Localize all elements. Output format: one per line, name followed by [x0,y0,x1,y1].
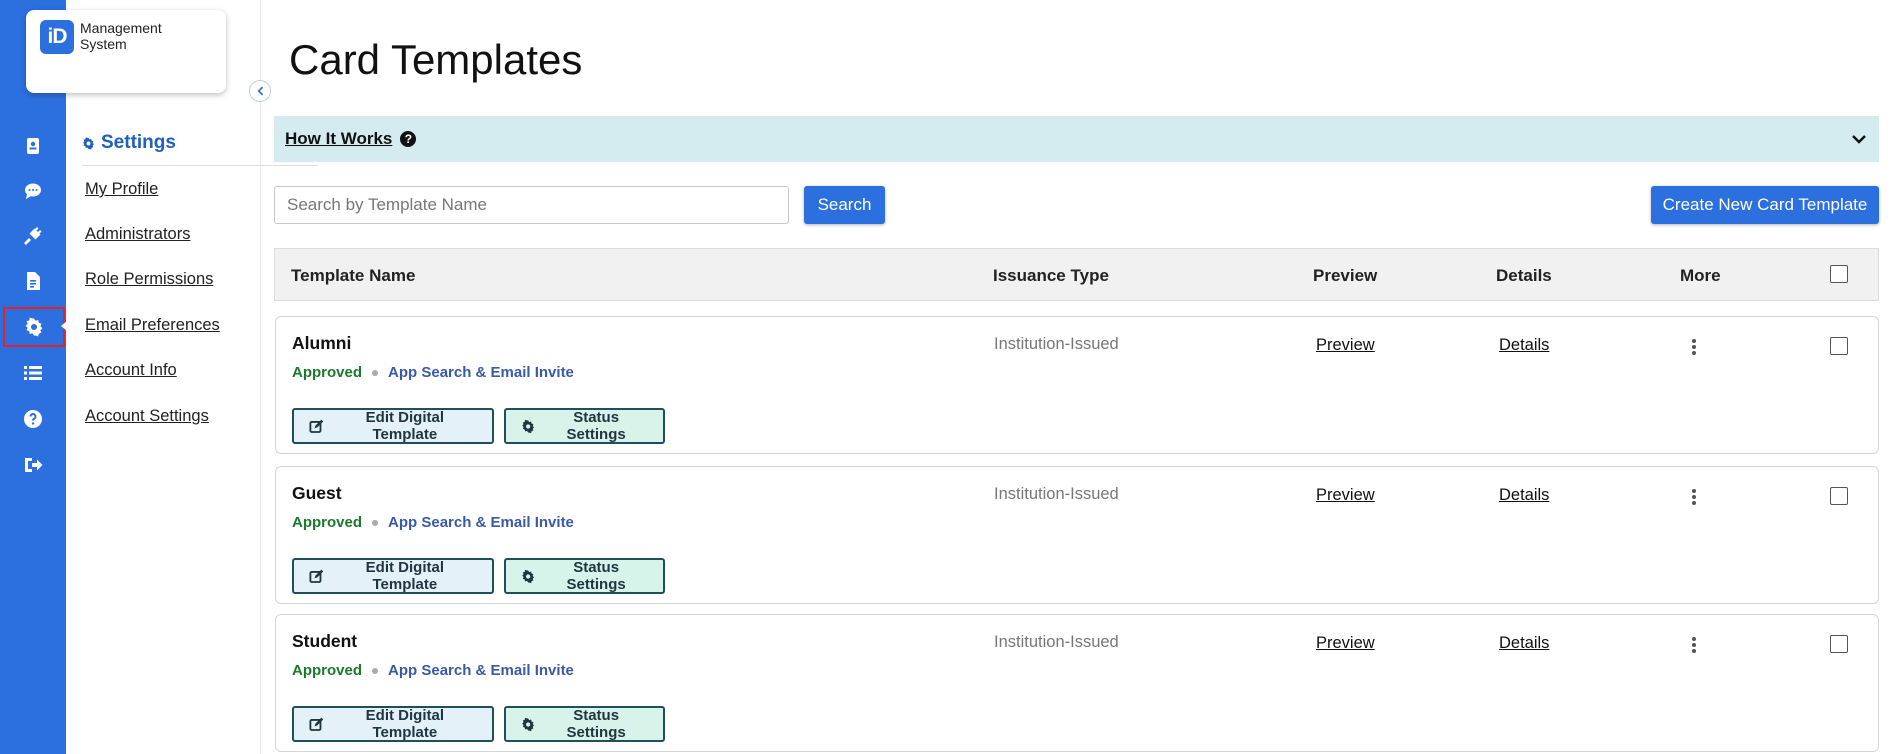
details-link[interactable]: Details [1499,634,1549,653]
gear-icon [522,569,535,583]
more-options-icon[interactable] [1690,487,1698,507]
id-card-icon[interactable] [0,126,66,166]
document-icon[interactable] [0,261,66,301]
subnav-item-email-preferences[interactable]: Email Preferences [85,316,220,335]
invite-method: App Search & Email Invite [388,662,574,679]
approval-status: Approved [292,514,363,531]
create-card-template-button[interactable]: Create New Card Template [1651,186,1879,224]
col-preview: Preview [1313,266,1378,285]
details-link[interactable]: Details [1499,486,1549,505]
search-button[interactable]: Search [804,186,885,224]
gear-icon[interactable] [3,307,67,347]
col-details: Details [1496,266,1552,285]
separator-dot [372,369,379,376]
edit-digital-template-button[interactable]: Edit Digital Template [292,408,494,444]
how-it-works-accordion[interactable]: How It Works ? [274,116,1879,162]
status-settings-button[interactable]: Status Settings [504,706,665,742]
select-all-checkbox[interactable] [1830,265,1848,283]
status-settings-label: Status Settings [566,559,626,593]
chevron-left-icon [257,86,264,96]
col-issuance-type: Issuance Type [993,266,1109,285]
approval-status: Approved [292,662,363,679]
template-name: Student [292,631,358,651]
collapse-sidebar-button[interactable] [249,80,271,102]
row-checkbox[interactable] [1830,487,1848,505]
main-content: Card Templates How It Works ? Search Cre… [274,0,1891,754]
row-checkbox[interactable] [1830,635,1848,653]
edit-digital-template-button[interactable]: Edit Digital Template [292,706,494,742]
template-status: Approved App Search & Email Invite [292,514,574,531]
template-status: Approved App Search & Email Invite [292,662,574,679]
status-settings-label: Status Settings [566,409,626,443]
logout-icon[interactable] [0,445,66,485]
gear-icon [522,717,535,731]
chat-icon[interactable] [0,171,66,211]
issuance-type: Institution-Issued [994,485,1119,503]
invite-method: App Search & Email Invite [388,364,574,381]
icon-rail [0,0,67,754]
edit-icon [309,419,324,433]
more-options-icon[interactable] [1690,635,1698,655]
edit-digital-template-button[interactable]: Edit Digital Template [292,558,494,594]
status-settings-button[interactable]: Status Settings [504,558,665,594]
gear-icon [522,419,535,433]
edit-icon [309,569,324,583]
separator-dot [372,667,379,674]
row-checkbox[interactable] [1830,337,1848,355]
template-search-input[interactable] [274,186,789,224]
subnav-title: Settings [82,132,176,154]
template-name: Guest [292,483,342,503]
col-template-name: Template Name [291,266,416,285]
preview-link[interactable]: Preview [1316,486,1375,505]
issuance-type: Institution-Issued [994,633,1119,651]
table-row: Guest Approved App Search & Email Invite… [275,466,1879,604]
edit-button-label: Edit Digital Template [365,707,445,741]
preview-link[interactable]: Preview [1316,336,1375,355]
list-icon[interactable] [0,353,66,393]
subnav-item-account-info[interactable]: Account Info [85,361,177,380]
app-root: iD Management System Settings My Profile… [0,0,1891,754]
page-title: Card Templates [289,36,583,83]
template-name: Alumni [292,333,352,353]
subnav-item-my-profile[interactable]: My Profile [85,180,158,199]
chevron-down-icon[interactable] [1851,131,1867,147]
table-header: Template Name Issuance Type Preview Deta… [274,248,1879,301]
settings-subnav: Settings My Profile Administrators Role … [66,0,318,754]
col-more: More [1680,266,1721,285]
details-link[interactable]: Details [1499,336,1549,355]
separator-dot [372,519,379,526]
more-options-icon[interactable] [1690,337,1698,357]
how-it-works-label[interactable]: How It Works [285,129,392,149]
help-icon[interactable] [0,399,66,439]
plug-icon[interactable] [0,216,66,256]
status-settings-label: Status Settings [566,707,626,741]
subnav-title-label: Settings [101,132,176,153]
edit-button-label: Edit Digital Template [365,409,445,443]
edit-icon [309,717,324,731]
status-settings-button[interactable]: Status Settings [504,408,665,444]
subnav-item-account-settings[interactable]: Account Settings [85,407,209,426]
invite-method: App Search & Email Invite [388,514,574,531]
table-row: Student Approved App Search & Email Invi… [275,614,1879,752]
edit-button-label: Edit Digital Template [365,559,445,593]
issuance-type: Institution-Issued [994,335,1119,353]
preview-link[interactable]: Preview [1316,634,1375,653]
template-status: Approved App Search & Email Invite [292,364,574,381]
approval-status: Approved [292,364,363,381]
question-circle-icon: ? [400,131,417,147]
settings-gear-icon [83,136,94,150]
subnav-item-administrators[interactable]: Administrators [85,225,190,244]
table-row: Alumni Approved App Search & Email Invit… [275,316,1879,454]
subnav-item-role-permissions[interactable]: Role Permissions [85,270,213,289]
